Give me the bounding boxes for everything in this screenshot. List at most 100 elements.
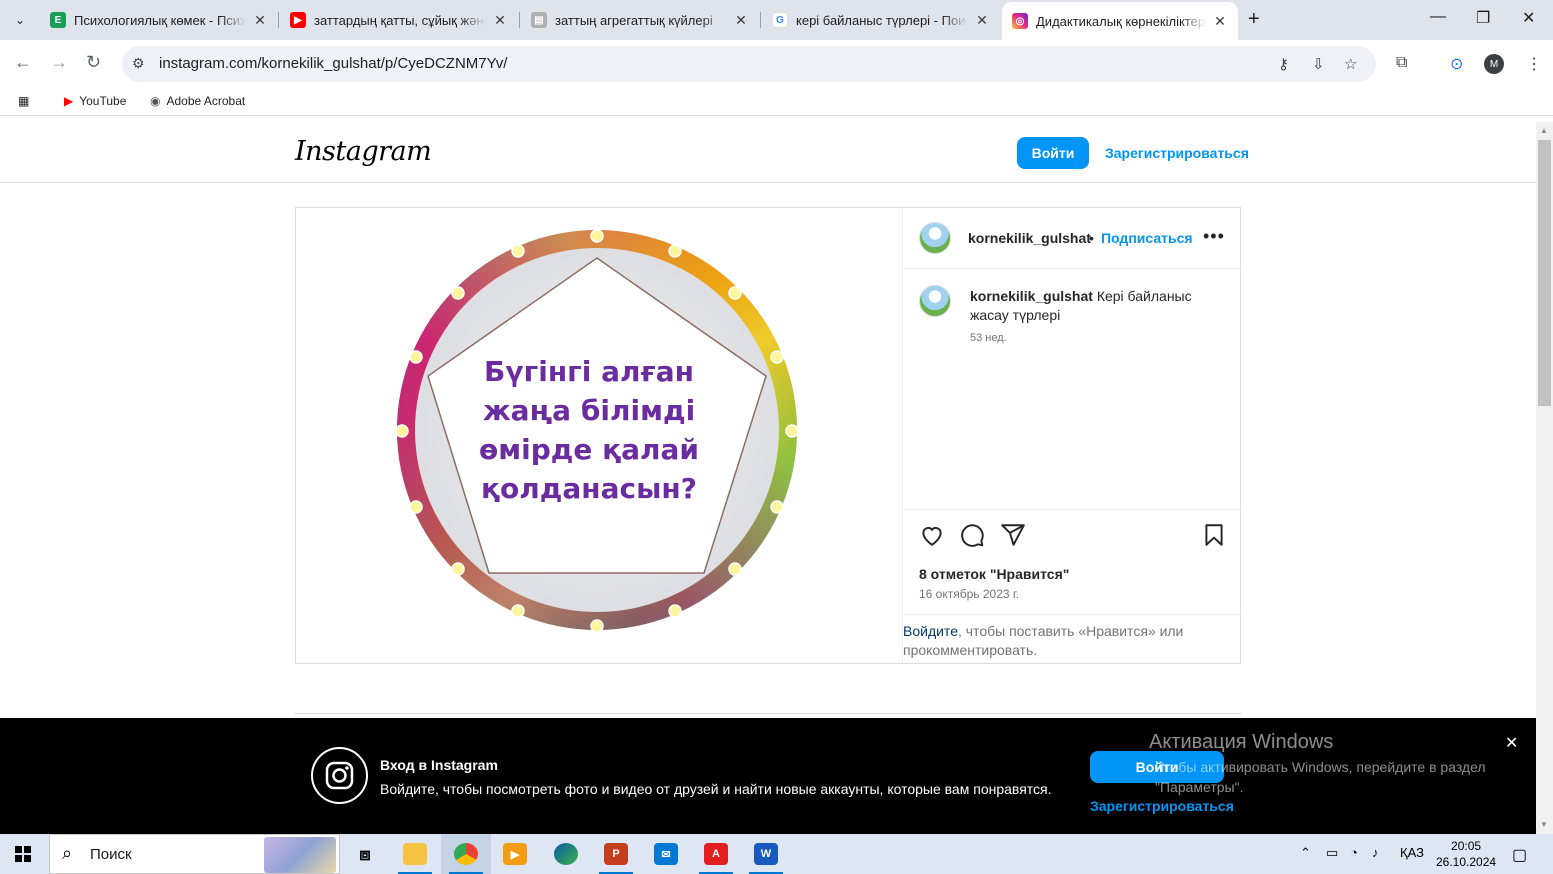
acrobat-icon[interactable]: A [691,834,741,874]
profile-avatar[interactable]: M [1484,54,1504,74]
post-image-line-4: қолданасын? [481,472,697,505]
caption-username[interactable]: kornekilik_gulshat [970,288,1093,304]
google-icon: G [772,12,788,28]
banner-title: Вход в Instagram [380,757,498,773]
book-icon: E [50,12,66,28]
post-image-graphic: Бүгінгі алған жаңа білімді өмірде қалай … [395,229,799,633]
youtube-icon: ▶ [290,12,306,28]
word-icon[interactable]: W [741,834,791,874]
banner-text: Войдите, чтобы посмотреть фото и видео о… [380,781,1052,797]
download-icon[interactable]: ⊙ [1450,54,1463,74]
address-bar[interactable]: ⚙ instagram.com/kornekilik_gulshat/p/Cye… [122,46,1376,82]
instagram-header: Instagram Войти Зарегистрироваться [0,116,1536,183]
close-icon[interactable]: ✕ [974,12,990,29]
banner-close-icon[interactable]: ✕ [1505,733,1518,753]
post-image-line-1: Бүгінгі алған [484,355,694,388]
login-link[interactable]: Войдите [903,623,958,639]
tab-youtube-video[interactable]: ▶ заттардың қатты, сұйық және г ✕ [280,6,518,34]
follow-button[interactable]: Подписаться [1101,230,1193,246]
apps-grid-icon[interactable]: ▦ [18,94,29,108]
scroll-thumb[interactable] [1538,140,1551,406]
search-icon: ⌕ [62,843,73,863]
tab-instagram[interactable]: ◎ Дидактикалық көрнекіліктері ( ✕ [1002,2,1238,40]
media-player-icon[interactable]: ▶ [490,834,540,874]
forward-icon[interactable]: → [50,52,68,73]
close-icon[interactable]: ✕ [1212,13,1228,30]
author-avatar[interactable] [919,222,951,254]
tray-chevron-icon[interactable]: ⌃ [1300,845,1311,861]
tab-search-icon[interactable]: ⌄ [8,8,32,32]
more-options-icon[interactable]: ••• [1203,226,1225,247]
save-bookmark-icon[interactable] [1201,522,1227,548]
tab-strip: ⌄ E Психологиялық көмек - Психо ✕ ▶ затт… [0,0,1553,40]
taskbar-clock[interactable]: 20:05 26.10.2024 [1436,838,1496,870]
tab-aggregate-states[interactable]: ▤ заттың агрегаттық күйлері ✕ [521,6,759,34]
comment-icon[interactable] [959,522,985,548]
scroll-down-icon[interactable]: ▼ [1540,820,1548,829]
windows-activation-title: Активация Windows [1149,731,1334,753]
post-image[interactable]: Бүгінгі алған жаңа білімді өмірде қалай … [296,218,902,652]
password-key-icon[interactable]: ⚷ [1278,55,1289,73]
minimize-icon[interactable]: — [1430,8,1446,26]
like-heart-icon[interactable] [919,522,945,548]
chrome-icon[interactable] [441,834,491,874]
banner-signup-link[interactable]: Зарегистрироваться [1090,798,1234,814]
instagram-glyph-icon [311,747,368,804]
mail-icon[interactable]: ✉ [641,834,691,874]
taskbar-search-placeholder: Поиск [90,846,132,863]
instagram-logo[interactable]: Instagram [295,136,432,167]
new-tab-icon[interactable]: + [1248,8,1260,31]
window-close-icon[interactable]: ✕ [1522,8,1535,28]
edge-icon[interactable] [541,834,591,874]
share-icon[interactable] [1000,522,1026,548]
post-actions: 8 отметок "Нравится" 16 октябрь 2023 г. [903,509,1241,613]
browser-toolbar: ← → ↻ ⚙ instagram.com/kornekilik_gulshat… [0,40,1553,88]
close-icon[interactable]: ✕ [733,12,749,29]
battery-icon[interactable]: ▭ [1326,845,1338,861]
caption-time: 53 нед. [970,332,1007,344]
install-app-icon[interactable]: ⇩ [1312,55,1325,73]
tab-psychology[interactable]: E Психологиялық көмек - Психо ✕ [40,6,278,34]
post-date: 16 октябрь 2023 г. [919,587,1020,601]
login-to-interact-note: Войдите, чтобы поставить «Нравится» или … [903,614,1241,663]
windows-start-icon[interactable] [15,846,31,862]
task-view-icon[interactable]: ⧈ [340,834,390,874]
reload-icon[interactable]: ↻ [86,52,101,73]
bookmark-star-icon[interactable]: ☆ [1344,55,1357,73]
author-username[interactable]: kornekilik_gulshat [968,230,1091,246]
page-scrollbar[interactable]: ▲ ▼ [1536,122,1553,834]
header-signup-link[interactable]: Зарегистрироваться [1105,145,1249,161]
post-image-line-3: өмірде қалай [479,433,699,466]
bookmarks-bar: ▦ ▶ YouTube ◉ Adobe Acrobat [0,88,1553,116]
post-caption: kornekilik_gulshat Кері байланыс жасау т… [970,287,1210,325]
youtube-icon: ▶ [64,94,74,108]
file-explorer-icon[interactable] [390,834,440,874]
bookmark-youtube[interactable]: ▶ YouTube [64,94,126,108]
close-icon[interactable]: ✕ [252,12,268,29]
windows-activation-text: Чтобы активировать Windows, перейдите в … [1155,759,1486,795]
instagram-icon: ◎ [1012,13,1028,29]
powerpoint-icon[interactable]: P [591,834,641,874]
wifi-icon[interactable]: ◔ [1350,845,1358,860]
search-highlight-image [264,837,336,873]
scroll-up-icon[interactable]: ▲ [1540,126,1548,135]
likes-count[interactable]: 8 отметок "Нравится" [919,566,1069,582]
extensions-icon[interactable]: ⧉ [1396,54,1407,72]
caption-avatar[interactable] [919,285,951,317]
language-indicator[interactable]: ҚАЗ [1400,845,1424,860]
close-icon[interactable]: ✕ [492,12,508,29]
header-login-button[interactable]: Войти [1017,137,1089,169]
maximize-icon[interactable]: ❐ [1476,8,1490,28]
post-image-line-2: жаңа білімді [483,394,695,427]
bookmark-adobe-acrobat[interactable]: ◉ Adobe Acrobat [150,94,245,108]
taskbar-search[interactable]: ⌕ Поиск [49,834,340,874]
globe-icon: ◉ [150,94,161,108]
back-icon[interactable]: ← [14,52,32,73]
notifications-icon[interactable]: ▢ [1512,845,1527,865]
url-text: instagram.com/kornekilik_gulshat/p/CyeDC… [159,55,508,72]
tab-google-search[interactable]: G кері байланыс түрлері - Поиск ✕ [762,6,1000,34]
volume-icon[interactable]: ♪ [1372,845,1379,860]
site-info-icon[interactable]: ⚙ [132,55,145,72]
login-banner: Вход в Instagram Войдите, чтобы посмотре… [0,718,1536,834]
menu-kebab-icon[interactable]: ⋮ [1526,54,1542,74]
